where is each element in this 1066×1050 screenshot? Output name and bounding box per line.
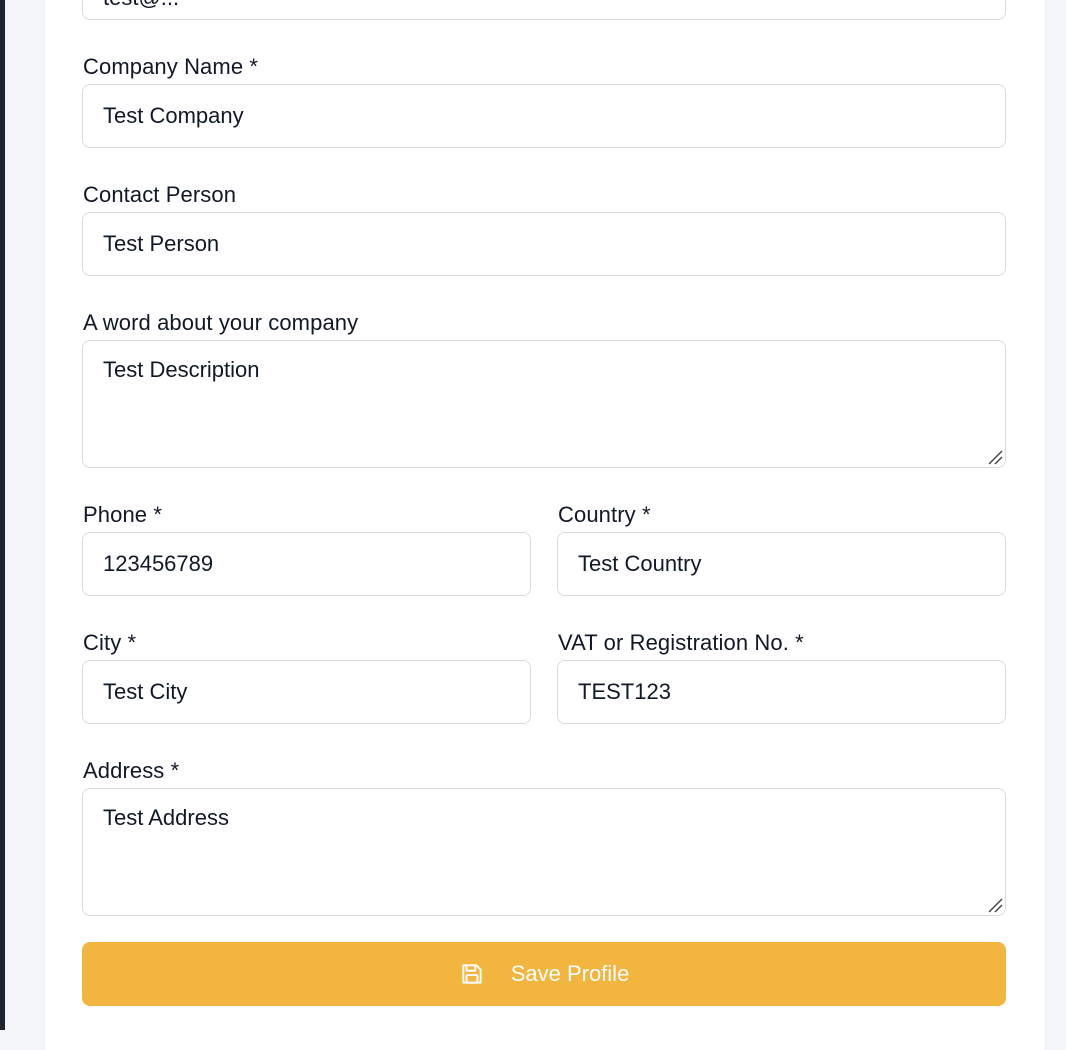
country-label: Country * — [558, 502, 651, 527]
save-profile-button[interactable]: Save Profile — [82, 942, 1006, 1006]
sidebar-edge — [0, 0, 5, 1030]
vat-label: VAT or Registration No. * — [558, 630, 804, 655]
phone-input[interactable] — [82, 532, 531, 596]
company-name-input[interactable] — [82, 84, 1006, 148]
email-field[interactable]: test@... — [82, 0, 1006, 20]
about-company-textarea[interactable]: Test Description — [82, 340, 1006, 468]
contact-person-label: Contact Person — [83, 182, 237, 207]
vat-input[interactable] — [557, 660, 1006, 724]
city-input[interactable] — [82, 660, 531, 724]
save-icon — [459, 961, 485, 987]
about-company-label: A word about your company — [83, 310, 359, 335]
contact-person-input[interactable] — [82, 212, 1006, 276]
country-input[interactable] — [557, 532, 1006, 596]
company-name-label: Company Name * — [83, 54, 259, 79]
address-textarea[interactable]: Test Address — [82, 788, 1006, 916]
address-label: Address * — [83, 758, 180, 783]
phone-label: Phone * — [83, 502, 162, 527]
resize-handle-icon[interactable] — [987, 449, 1003, 465]
resize-handle-icon[interactable] — [987, 897, 1003, 913]
save-profile-label: Save Profile — [510, 961, 630, 986]
city-label: City * — [83, 630, 137, 655]
email-field-value: test@... — [103, 0, 179, 11]
